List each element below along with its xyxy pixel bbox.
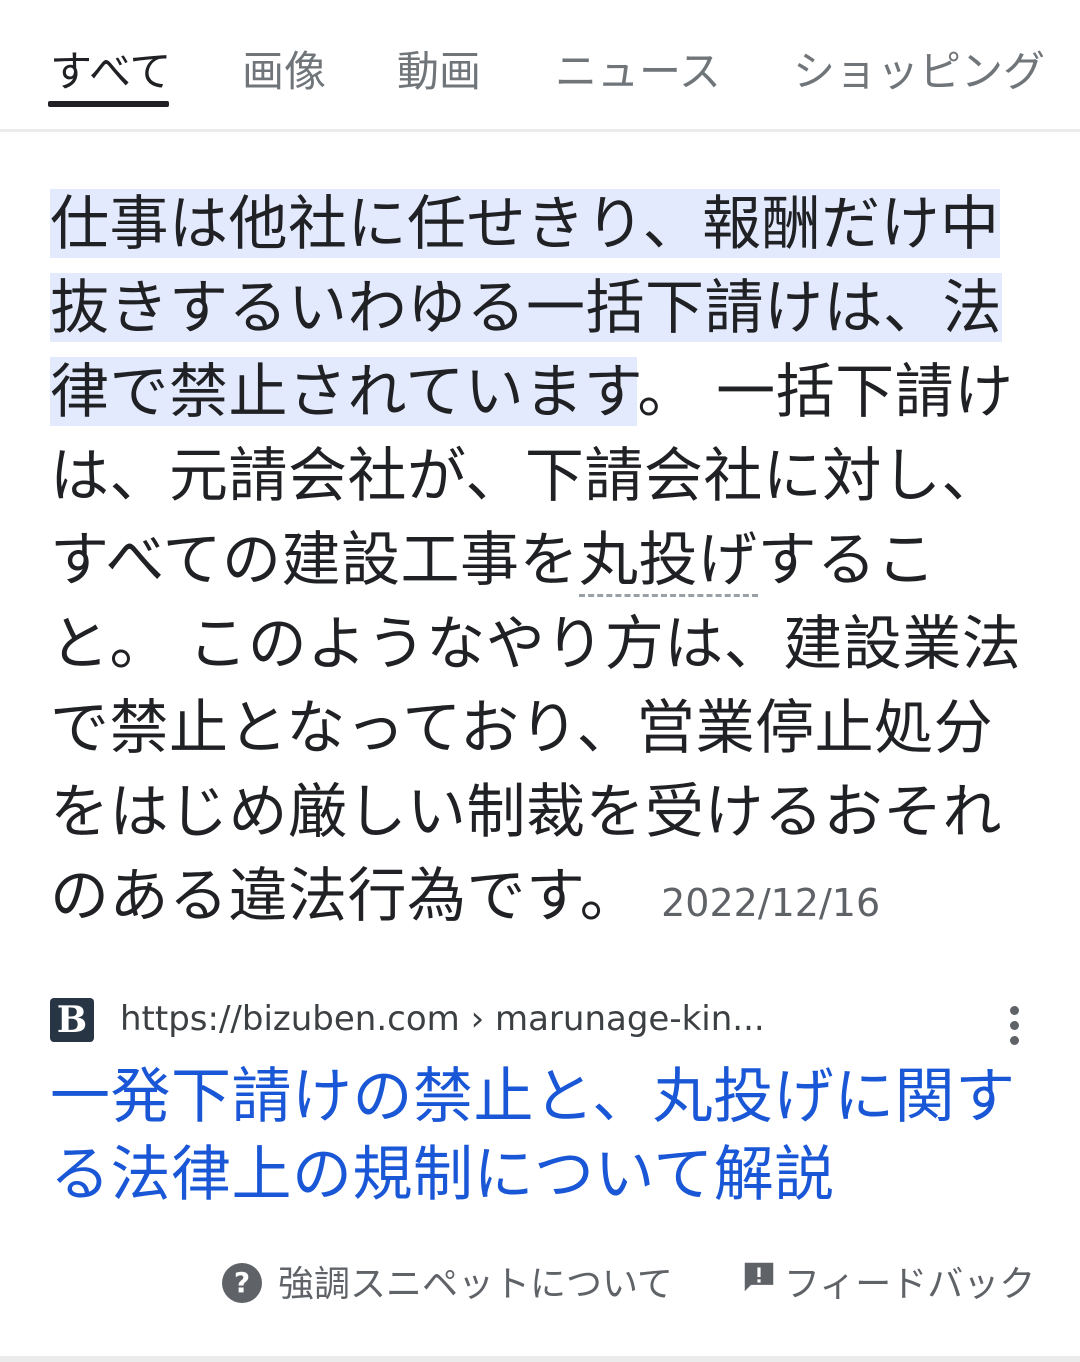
tab-images[interactable]: 画像 (242, 46, 326, 98)
result-title-link[interactable]: 一発下請けの禁止と、丸投げに関する法律上の規制について解説 (50, 1058, 1025, 1214)
active-tab-indicator (48, 101, 169, 107)
section-divider (0, 1356, 1080, 1362)
help-icon: ? (222, 1263, 262, 1303)
tab-videos[interactable]: 動画 (397, 46, 481, 98)
feedback-icon (740, 1258, 778, 1308)
result-url[interactable]: https://bizuben.com › marunage-kin... (120, 996, 765, 1042)
about-snippets-label: 強調スニペットについて (278, 1264, 673, 1305)
feedback-label: フィードバック (784, 1264, 1036, 1305)
snippet-date: 2022/12/16 (661, 881, 881, 925)
tab-shopping[interactable]: ショッピング (793, 46, 1045, 98)
search-tabs: すべて 画像 動画 ニュース ショッピング (0, 0, 1080, 132)
result-source[interactable]: B https://bizuben.com › marunage-kin... (50, 996, 1050, 1046)
tab-news[interactable]: ニュース (555, 46, 721, 98)
feedback-link[interactable]: フィードバック (740, 1262, 1035, 1308)
more-options-icon[interactable] (1005, 1006, 1025, 1046)
featured-snippet-text: 仕事は他社に任せきり、報酬だけ中抜きするいわゆる一括下請けは、法律で禁止されてい… (50, 182, 1035, 945)
tab-all[interactable]: すべて (50, 46, 171, 98)
about-snippets-link[interactable]: ? 強調スニペットについて (222, 1262, 673, 1308)
snippet-term-link[interactable]: 丸投げ (579, 525, 758, 597)
site-favicon: B (50, 998, 94, 1042)
